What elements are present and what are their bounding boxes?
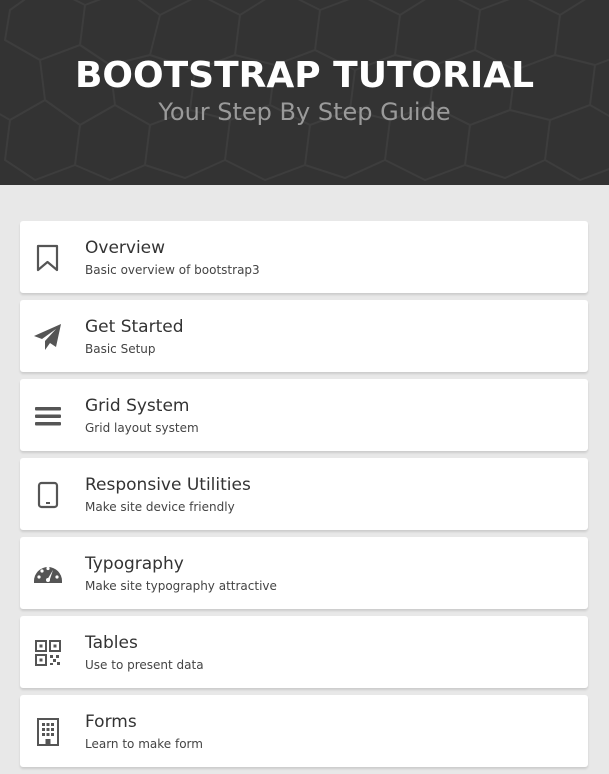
topic-description: Basic overview of bootstrap3 — [85, 263, 260, 277]
topic-title: Overview — [85, 238, 166, 258]
topic-title: Forms — [85, 712, 137, 732]
dashboard-icon — [34, 566, 62, 583]
building-icon — [37, 718, 59, 746]
topic-title: Responsive Utilities — [85, 475, 251, 495]
page-subtitle: Your Step By Step Guide — [158, 98, 451, 126]
qrcode-icon — [35, 640, 61, 666]
topic-description: Make site typography attractive — [85, 579, 277, 593]
topic-title: Tables — [85, 633, 138, 653]
topic-description: Basic Setup — [85, 342, 156, 356]
topic-card-get-started[interactable]: Get Started Basic Setup — [20, 300, 588, 372]
hero-banner: BOOTSTRAP TUTORIAL Your Step By Step Gui… — [0, 0, 609, 185]
topic-title: Get Started — [85, 317, 184, 337]
bookmark-icon — [36, 244, 59, 272]
topic-description: Use to present data — [85, 658, 204, 672]
topic-description: Grid layout system — [85, 421, 199, 435]
paper-plane-icon — [34, 324, 61, 350]
topic-card-tables[interactable]: Tables Use to present data — [20, 616, 588, 688]
topic-title: Grid System — [85, 396, 190, 416]
topic-description: Learn to make form — [85, 737, 203, 751]
topic-card-responsive-utilities[interactable]: Responsive Utilities Make site device fr… — [20, 458, 588, 530]
topic-card-typography[interactable]: Typography Make site typography attracti… — [20, 537, 588, 609]
tutorial-topic-list: Overview Basic overview of bootstrap3 Ge… — [20, 221, 588, 774]
topic-title: Typography — [85, 554, 184, 574]
topic-card-overview[interactable]: Overview Basic overview of bootstrap3 — [20, 221, 588, 293]
tablet-icon — [37, 481, 59, 509]
bars-icon — [35, 407, 61, 426]
topic-card-grid-system[interactable]: Grid System Grid layout system — [20, 379, 588, 451]
topic-description: Make site device friendly — [85, 500, 235, 514]
page-title: BOOTSTRAP TUTORIAL — [74, 55, 535, 96]
topic-card-forms[interactable]: Forms Learn to make form — [20, 695, 588, 767]
